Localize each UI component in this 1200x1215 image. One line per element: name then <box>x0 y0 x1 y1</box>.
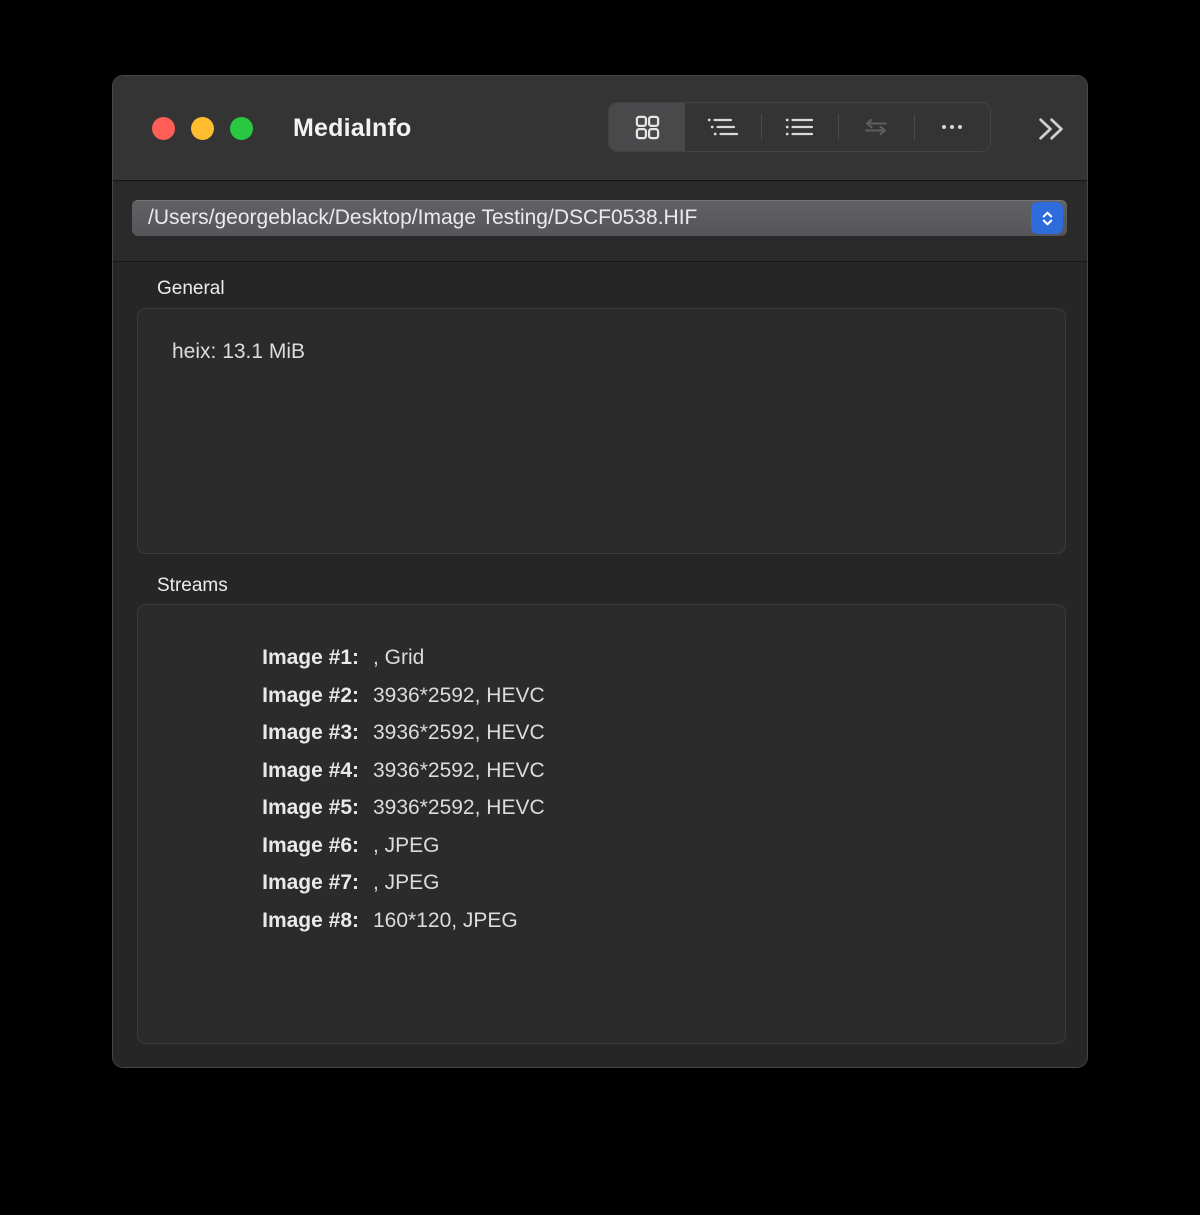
titlebar: MediaInfo <box>113 76 1087 181</box>
stream-value: , JPEG <box>373 827 1065 865</box>
window-title: MediaInfo <box>293 76 411 181</box>
stream-list: Image #1: , Grid Image #2: 3936*2592, HE… <box>138 605 1065 939</box>
general-box: heix: 13.1 MiB <box>137 308 1066 554</box>
toolbar-overflow-button[interactable] <box>1029 113 1073 145</box>
segment-grid-view[interactable] <box>609 103 685 151</box>
zoom-button[interactable] <box>230 117 253 140</box>
popup-stepper-icon <box>1031 202 1063 234</box>
ellipsis-icon <box>940 123 964 131</box>
segment-compare-view[interactable] <box>838 103 914 151</box>
stream-label: Image #1: <box>138 639 359 677</box>
content-area: General heix: 13.1 MiB Streams Image #1:… <box>113 263 1087 1067</box>
stream-label: Image #7: <box>138 864 359 902</box>
stream-label: Image #6: <box>138 827 359 865</box>
file-path-text: /Users/georgeblack/Desktop/Image Testing… <box>148 206 1031 230</box>
chevron-double-right-icon <box>1036 116 1066 142</box>
stream-label: Image #8: <box>138 902 359 940</box>
minimize-button[interactable] <box>191 117 214 140</box>
stream-label: Image #4: <box>138 752 359 790</box>
view-mode-segmented-control <box>608 102 991 152</box>
stream-value: 3936*2592, HEVC <box>373 752 1065 790</box>
traffic-lights <box>152 117 253 140</box>
grid-view-icon <box>634 114 661 141</box>
segment-list-view[interactable] <box>761 103 837 151</box>
streams-box: Image #1: , Grid Image #2: 3936*2592, HE… <box>137 604 1066 1044</box>
stream-label: Image #3: <box>138 714 359 752</box>
stream-value: 3936*2592, HEVC <box>373 714 1065 752</box>
stream-value: 160*120, JPEG <box>373 902 1065 940</box>
segment-more-options[interactable] <box>914 103 990 151</box>
stream-value: , JPEG <box>373 864 1065 902</box>
stream-label: Image #2: <box>138 677 359 715</box>
compare-arrows-icon <box>861 117 891 137</box>
stream-value: 3936*2592, HEVC <box>373 789 1065 827</box>
close-button[interactable] <box>152 117 175 140</box>
stream-label: Image #5: <box>138 789 359 827</box>
tree-view-icon <box>706 116 740 138</box>
general-file-size: heix: 13.1 MiB <box>138 309 1065 364</box>
general-section-label: General <box>157 278 225 300</box>
segment-tree-view[interactable] <box>685 103 761 151</box>
file-path-dropdown[interactable]: /Users/georgeblack/Desktop/Image Testing… <box>132 200 1067 236</box>
stream-value: 3936*2592, HEVC <box>373 677 1065 715</box>
mediainfo-window: MediaInfo <box>112 75 1088 1068</box>
list-view-icon <box>784 116 816 138</box>
streams-section-label: Streams <box>157 575 228 597</box>
file-path-band: /Users/georgeblack/Desktop/Image Testing… <box>113 182 1087 262</box>
stream-value: , Grid <box>373 639 1065 677</box>
